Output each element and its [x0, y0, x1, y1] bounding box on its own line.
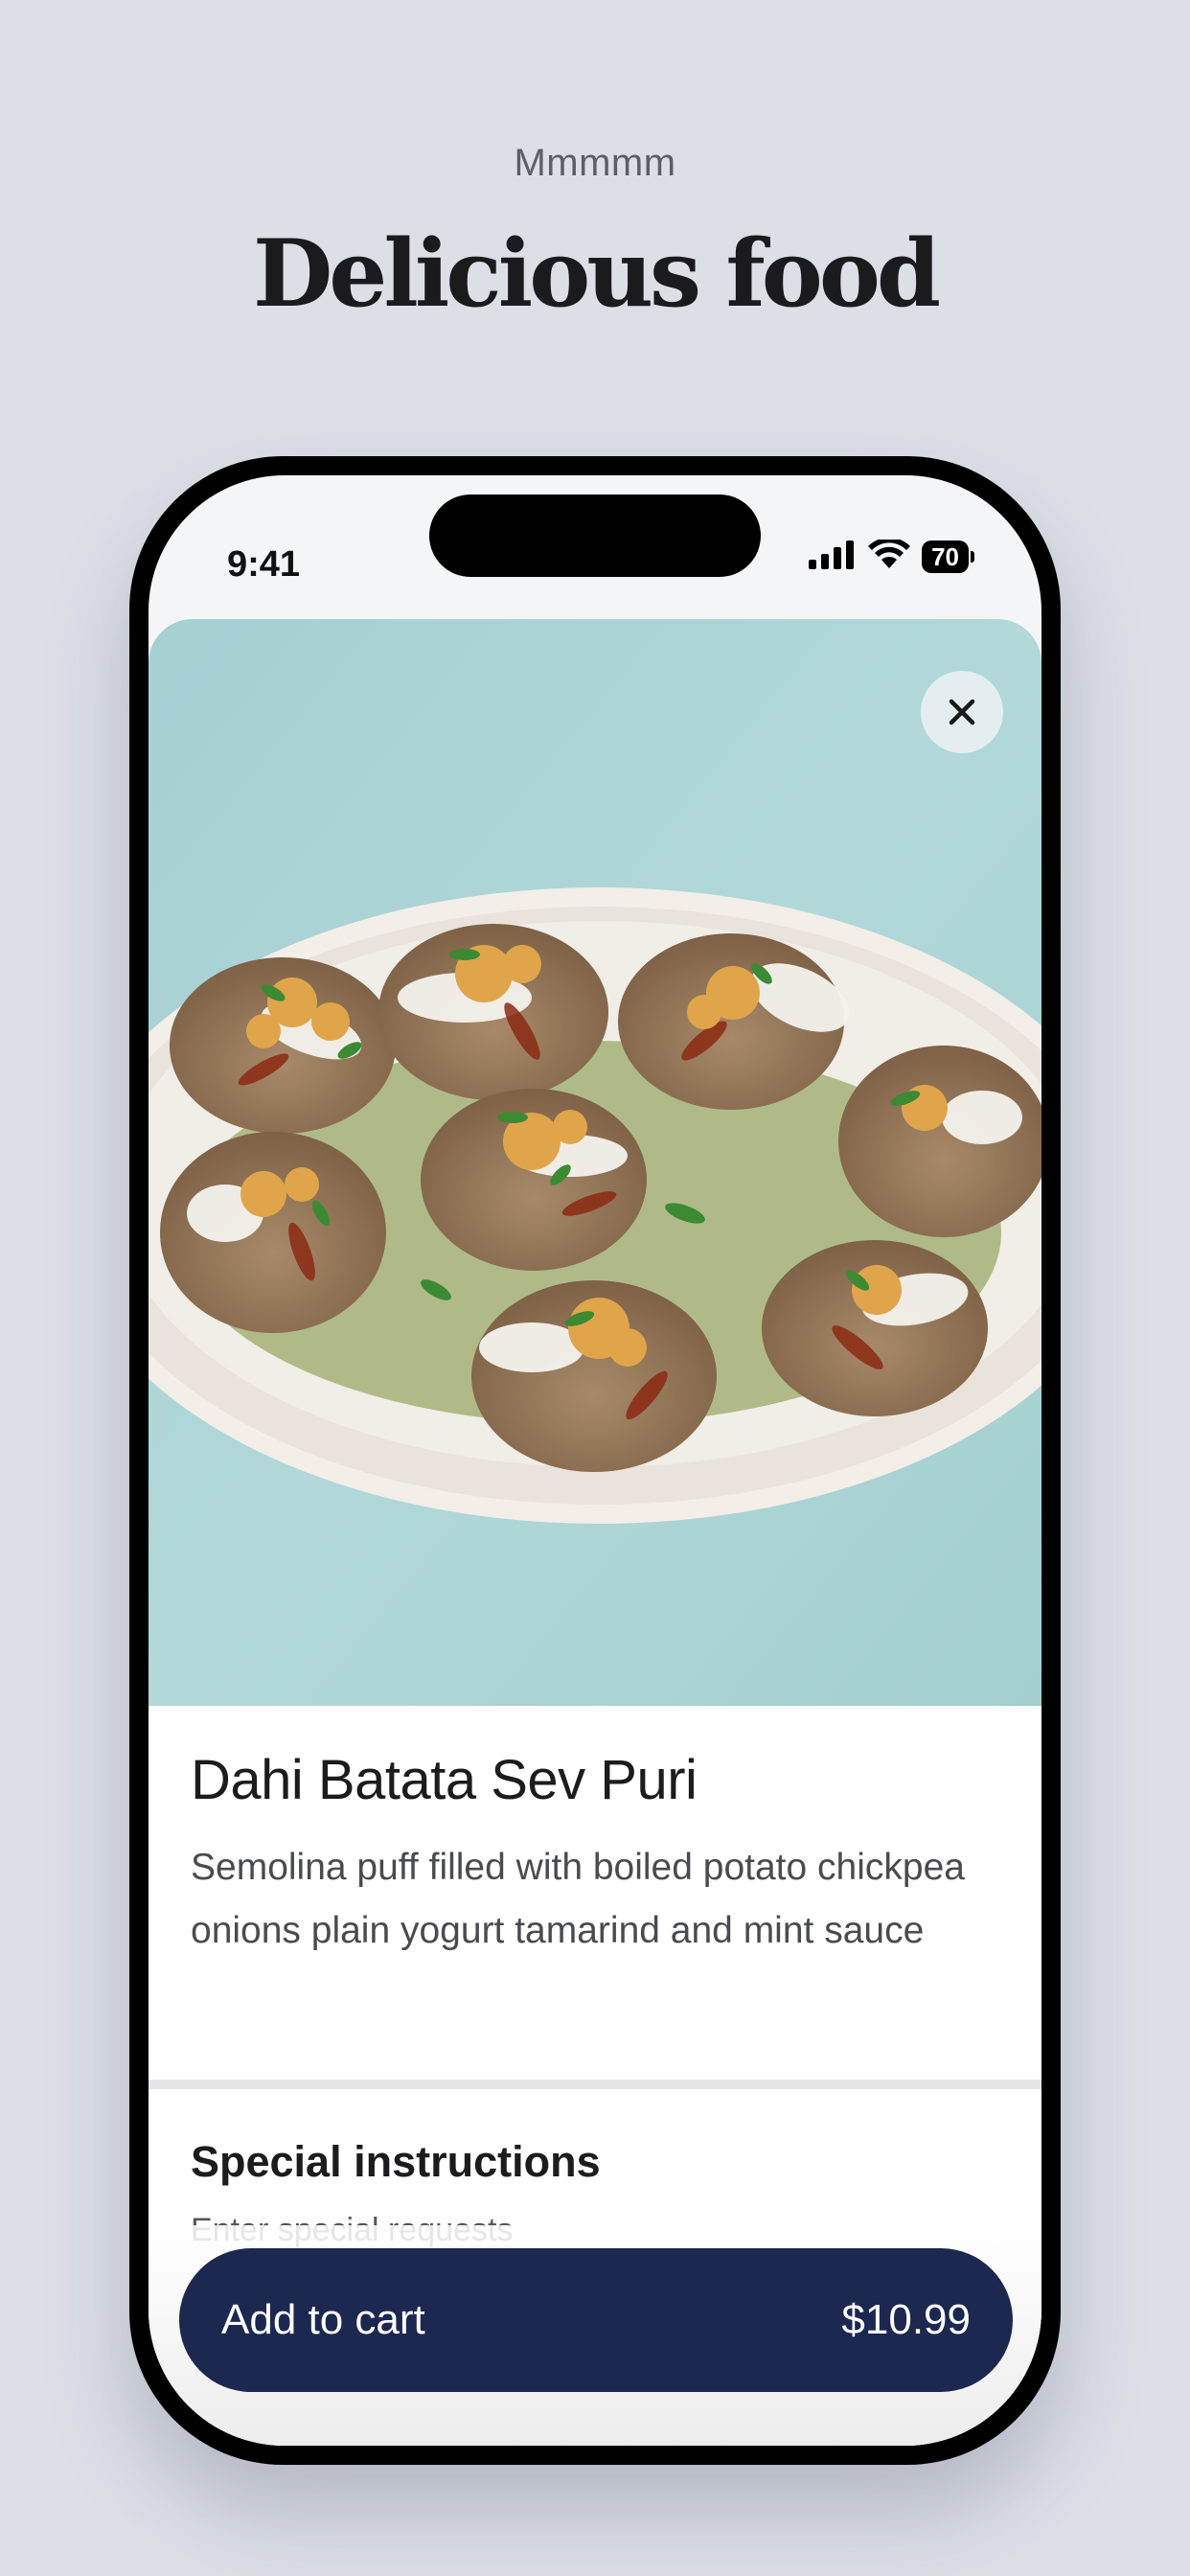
item-sheet: Dahi Batata Sev Puri Semolina puff fille… — [149, 619, 1041, 2446]
item-title: Dahi Batata Sev Puri — [191, 1749, 698, 1811]
food-photo — [149, 619, 1041, 1706]
phone-frame: 9:41 70 Dahi Batata Sev Puri Semolina pu… — [129, 456, 1061, 2465]
add-to-cart-label: Add to cart — [221, 2296, 425, 2343]
status-time: 9:41 — [227, 544, 301, 585]
section-divider — [149, 2080, 1041, 2089]
cart-price: $10.99 — [841, 2296, 971, 2343]
signal-icon — [809, 540, 857, 574]
add-to-cart-button[interactable]: Add to cart $10.99 — [179, 2248, 1013, 2392]
close-icon — [949, 699, 975, 725]
special-instructions-title: Special instructions — [191, 2137, 601, 2186]
phone-screen: 9:41 70 Dahi Batata Sev Puri Semolina pu… — [149, 475, 1041, 2446]
promo-eyebrow: Mmmmm — [514, 142, 676, 184]
close-button[interactable] — [921, 671, 1003, 753]
battery-icon: 70 — [922, 540, 974, 573]
status-icons: 70 — [809, 533, 974, 581]
dynamic-island — [429, 494, 761, 577]
item-description: Semolina puff filled with boiled potato … — [191, 1847, 965, 1951]
promo-headline: Delicious food — [253, 219, 941, 328]
battery-level: 70 — [922, 540, 969, 573]
wifi-icon — [868, 537, 911, 575]
